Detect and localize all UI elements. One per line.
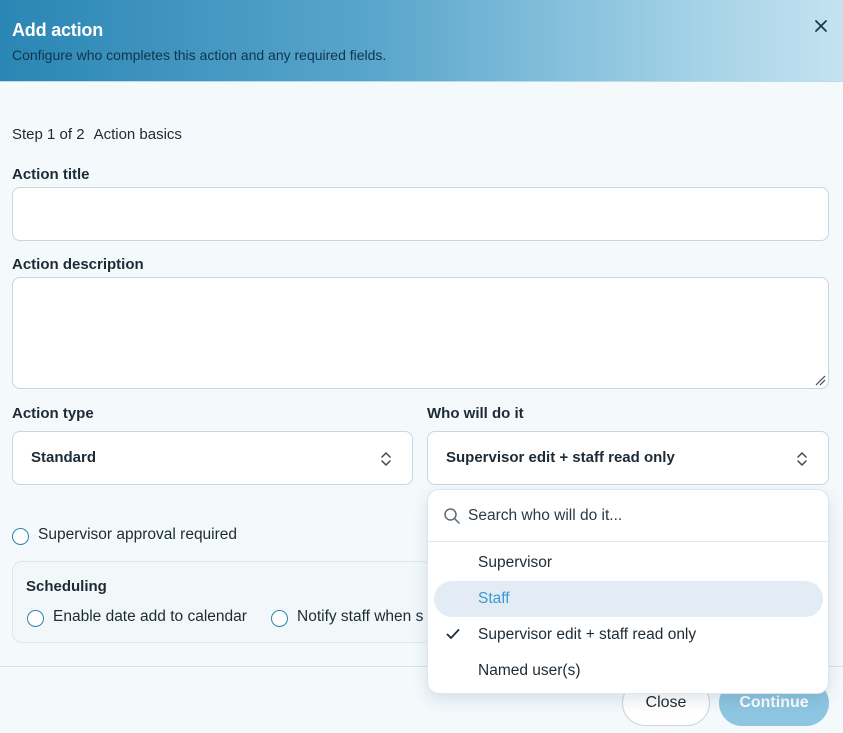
- option-label: Supervisor: [478, 554, 553, 571]
- dialog-title: Add action: [12, 20, 103, 40]
- assignee-select[interactable]: Supervisor edit + staff read only: [427, 431, 829, 485]
- scheduling-panel: Scheduling Enable date add to calendar N…: [12, 561, 432, 643]
- action-description-label: Action description: [12, 256, 144, 273]
- checkmark-icon: [446, 629, 460, 639]
- chevron-updown-icon: [797, 452, 807, 466]
- assignee-dropdown: Supervisor Staff Supervisor edit + staff…: [427, 489, 829, 694]
- scheduling-title: Scheduling: [26, 578, 107, 595]
- calendar-radio[interactable]: [27, 610, 44, 627]
- approval-radio[interactable]: [12, 528, 29, 545]
- assignee-label: Who will do it: [427, 405, 524, 422]
- option-named-users[interactable]: Named user(s): [434, 653, 823, 689]
- action-type-value: Standard: [31, 449, 97, 466]
- search-icon: [444, 508, 460, 524]
- action-description-textarea[interactable]: [12, 277, 829, 389]
- action-title-label: Action title: [12, 166, 90, 183]
- action-type-label: Action type: [12, 405, 94, 422]
- resize-handle-icon[interactable]: [814, 374, 826, 386]
- dialog-subtitle: Configure who completes this action and …: [12, 47, 387, 63]
- calendar-option-label: Enable date add to calendar: [53, 608, 247, 625]
- step-name: Action basics: [93, 126, 182, 143]
- option-label: Named user(s): [478, 662, 581, 679]
- dropdown-search: [428, 490, 828, 542]
- option-staff[interactable]: Staff: [434, 581, 823, 617]
- approval-label: Supervisor approval required: [38, 526, 238, 543]
- close-icon[interactable]: [809, 14, 833, 38]
- chevron-updown-icon: [381, 452, 391, 466]
- step-indicator: Step 1 of 2 Action basics: [12, 126, 182, 143]
- option-label: Staff: [478, 590, 510, 607]
- dropdown-search-input[interactable]: [468, 503, 808, 529]
- notify-staff-label: Notify staff when s: [297, 608, 424, 625]
- action-title-input[interactable]: [12, 187, 829, 241]
- option-label: Supervisor edit + staff read only: [478, 626, 697, 643]
- dialog-header: Add action Configure who completes this …: [0, 0, 843, 82]
- assignee-value: Supervisor edit + staff read only: [446, 449, 675, 466]
- action-type-select[interactable]: Standard: [12, 431, 413, 485]
- option-supervisor[interactable]: Supervisor: [434, 545, 823, 581]
- step-counter: Step 1 of 2: [12, 126, 85, 143]
- option-supervisor-edit-staff-read[interactable]: Supervisor edit + staff read only: [434, 617, 823, 653]
- notify-staff-radio[interactable]: [271, 610, 288, 627]
